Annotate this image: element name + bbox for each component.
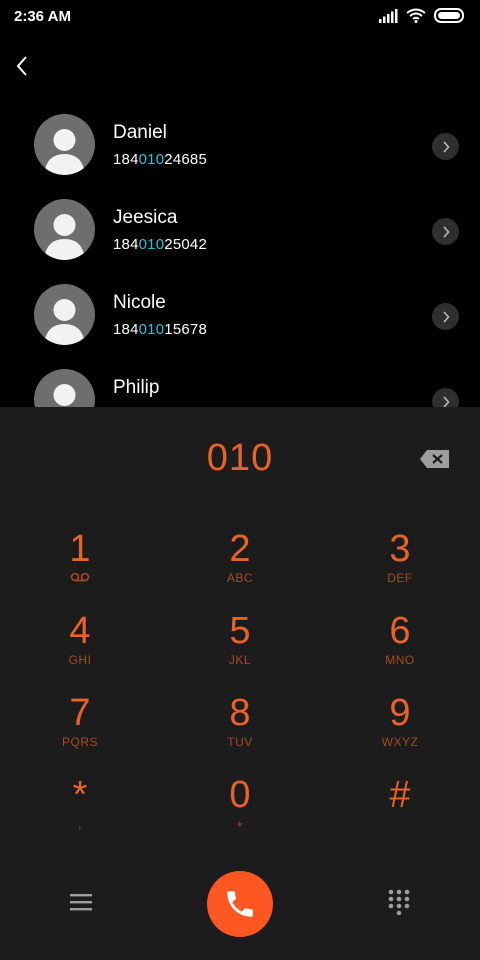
phone-icon	[227, 891, 253, 917]
key-digit: 5	[229, 610, 251, 652]
key-8[interactable]: 8 TUV	[170, 692, 310, 766]
contact-detail-button[interactable]	[432, 218, 459, 245]
key-letters: TUV	[227, 735, 253, 749]
back-button[interactable]	[8, 52, 36, 80]
key-3[interactable]: 3 DEF	[330, 528, 470, 602]
key-1[interactable]: 1	[10, 528, 150, 602]
backspace-button[interactable]	[418, 447, 452, 471]
contact-row-jeesica[interactable]: Jeesica 18401025042	[0, 185, 480, 270]
contact-detail-button[interactable]	[432, 388, 459, 407]
key-7[interactable]: 7 PQRS	[10, 692, 150, 766]
key-letters: PQRS	[61, 735, 98, 749]
key-digit: 2	[229, 528, 251, 570]
status-bar: 2:36 AM	[0, 0, 480, 34]
dialed-number: 010	[206, 437, 274, 479]
menu-button[interactable]	[66, 889, 96, 915]
key-star[interactable]: * ,	[10, 774, 150, 848]
battery-icon	[434, 8, 464, 23]
key-digit: 6	[389, 610, 411, 652]
chevron-right-icon	[442, 310, 450, 323]
dialpad-toggle-button[interactable]	[384, 887, 414, 917]
contact-number: 18401015678	[113, 321, 207, 338]
avatar	[34, 114, 95, 175]
avatar	[34, 369, 95, 407]
contact-detail-button[interactable]	[432, 303, 459, 330]
contact-name: Philip	[113, 377, 160, 398]
contact-name: Daniel	[113, 122, 167, 143]
key-digit: 0	[229, 774, 251, 816]
key-letters: +	[236, 817, 244, 831]
contact-row-nicole[interactable]: Nicole 18401015678	[0, 270, 480, 355]
contact-results-list: Daniel 18401024685 Jeesica 18401025042 N…	[0, 100, 480, 407]
key-letters: MNO	[385, 653, 415, 667]
person-icon	[44, 129, 85, 175]
person-icon	[53, 384, 76, 406]
contact-number: 18401024685	[113, 151, 207, 168]
chevron-right-icon	[442, 140, 450, 153]
key-digit: 3	[389, 528, 411, 570]
key-letters: GHI	[68, 653, 92, 667]
contact-name: Nicole	[113, 292, 166, 313]
dialpad-icon	[388, 889, 410, 915]
key-letters: ABC	[226, 571, 254, 585]
key-letters: DEF	[387, 571, 413, 585]
person-icon	[44, 214, 85, 260]
key-digit: 7	[69, 692, 91, 734]
key-hash[interactable]: #	[330, 774, 470, 848]
voicemail-icon	[10, 571, 150, 585]
key-digit: *	[72, 774, 88, 816]
key-6[interactable]: 6 MNO	[330, 610, 470, 684]
avatar	[34, 199, 95, 260]
menu-icon	[70, 894, 92, 911]
contact-number: 18401025042	[113, 236, 207, 253]
key-letters: WXYZ	[381, 735, 419, 749]
chevron-right-icon	[442, 225, 450, 238]
key-letters: ,	[78, 817, 82, 831]
status-time: 2:36 AM	[14, 8, 71, 25]
person-icon	[44, 299, 85, 345]
contact-detail-button[interactable]	[432, 133, 459, 160]
key-digit: 9	[389, 692, 411, 734]
key-9[interactable]: 9 WXYZ	[330, 692, 470, 766]
wifi-icon	[406, 8, 426, 23]
contact-row-philip[interactable]: Philip	[0, 355, 480, 407]
signal-icon	[379, 8, 398, 23]
key-4[interactable]: 4 GHI	[10, 610, 150, 684]
key-2[interactable]: 2 ABC	[170, 528, 310, 602]
key-5[interactable]: 5 JKL	[170, 610, 310, 684]
key-digit: 1	[69, 528, 91, 570]
chevron-right-icon	[442, 395, 450, 407]
contact-row-daniel[interactable]: Daniel 18401024685	[0, 100, 480, 185]
avatar	[34, 284, 95, 345]
key-digit: 4	[69, 610, 91, 652]
key-digit: 8	[229, 692, 251, 734]
key-letters: JKL	[228, 653, 252, 667]
backspace-icon	[420, 450, 449, 468]
call-button[interactable]	[207, 871, 273, 937]
chevron-left-icon	[16, 56, 27, 76]
key-0[interactable]: 0 +	[170, 774, 310, 848]
key-digit: #	[389, 774, 411, 816]
bottom-action-bar	[0, 869, 480, 949]
contact-name: Jeesica	[113, 207, 178, 228]
